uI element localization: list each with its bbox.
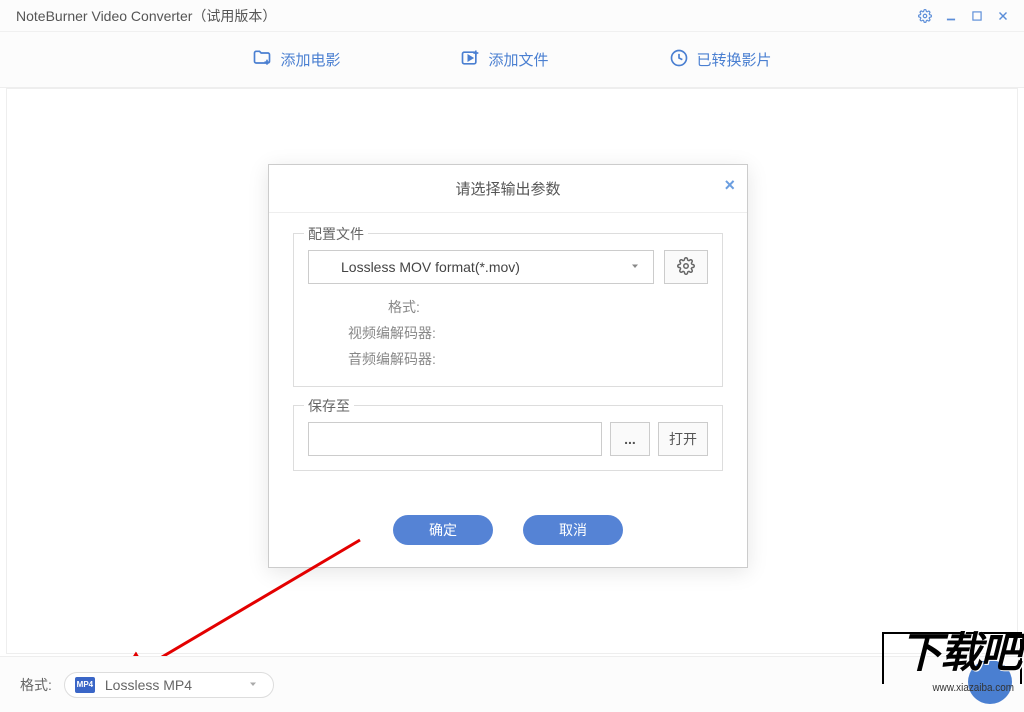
cancel-label: 取消 (559, 520, 587, 540)
profile-fieldset: 配置文件 Lossless MOV format(*.mov) 格式: 视频编解… (293, 233, 723, 387)
add-file-button[interactable]: 添加文件 (460, 48, 548, 72)
open-folder-button[interactable]: 打开 (658, 422, 708, 456)
video-plus-icon (460, 48, 480, 72)
profile-legend: 配置文件 (304, 224, 368, 244)
bottom-bar: 格式: MP4 Lossless MP4 (0, 656, 1024, 712)
audio-codec-row: 音频编解码器: (348, 346, 708, 372)
format-label: 格式: (20, 675, 52, 695)
format-selected: Lossless MOV format(*.mov) (321, 259, 520, 275)
folder-plus-icon (252, 48, 272, 72)
output-format-value: Lossless MP4 (105, 677, 247, 693)
gear-icon (677, 257, 695, 278)
watermark-url: www.xiazaiba.com (932, 682, 1013, 694)
browse-button[interactable]: ... (610, 422, 650, 456)
save-fieldset: 保存至 ... 打开 (293, 405, 723, 471)
browse-label: ... (624, 431, 636, 447)
add-file-label: 添加文件 (488, 49, 548, 70)
converted-button[interactable]: 已转换影片 (669, 48, 772, 72)
app-title: NoteBurner Video Converter（试用版本） (16, 6, 276, 26)
ok-label: 确定 (429, 520, 457, 540)
save-path-input[interactable] (308, 422, 602, 456)
clock-icon (669, 48, 689, 72)
dialog-header: 请选择输出参数 × (269, 165, 747, 213)
cancel-button[interactable]: 取消 (523, 515, 623, 545)
dialog-close-icon[interactable]: × (724, 175, 735, 196)
open-label: 打开 (669, 429, 697, 449)
close-icon[interactable] (992, 5, 1014, 27)
dialog-title: 请选择输出参数 (455, 178, 560, 199)
main-toolbar: 添加电影 添加文件 已转换影片 (0, 32, 1024, 88)
add-movie-button[interactable]: 添加电影 (252, 48, 340, 72)
ok-button[interactable]: 确定 (393, 515, 493, 545)
output-params-dialog: 请选择输出参数 × 配置文件 Lossless MOV format(*.mov… (268, 164, 748, 568)
format-settings-button[interactable] (664, 250, 708, 284)
settings-icon[interactable] (914, 5, 936, 27)
format-info: 格式: 视频编解码器: 音频编解码器: (308, 294, 708, 372)
mp4-badge-icon: MP4 (75, 677, 95, 693)
chevron-down-icon (629, 259, 641, 275)
titlebar: NoteBurner Video Converter（试用版本） (0, 0, 1024, 32)
converted-label: 已转换影片 (697, 49, 772, 70)
output-format-dropdown[interactable]: MP4 Lossless MP4 (64, 672, 274, 698)
video-codec-row: 视频编解码器: (348, 320, 708, 346)
add-movie-label: 添加电影 (280, 49, 340, 70)
format-row: 格式: (348, 294, 708, 320)
maximize-icon[interactable] (966, 5, 988, 27)
dialog-footer: 确定 取消 (269, 499, 747, 567)
minimize-icon[interactable] (940, 5, 962, 27)
format-combobox[interactable]: Lossless MOV format(*.mov) (308, 250, 654, 284)
save-legend: 保存至 (304, 396, 354, 416)
chevron-down-icon (247, 677, 259, 693)
